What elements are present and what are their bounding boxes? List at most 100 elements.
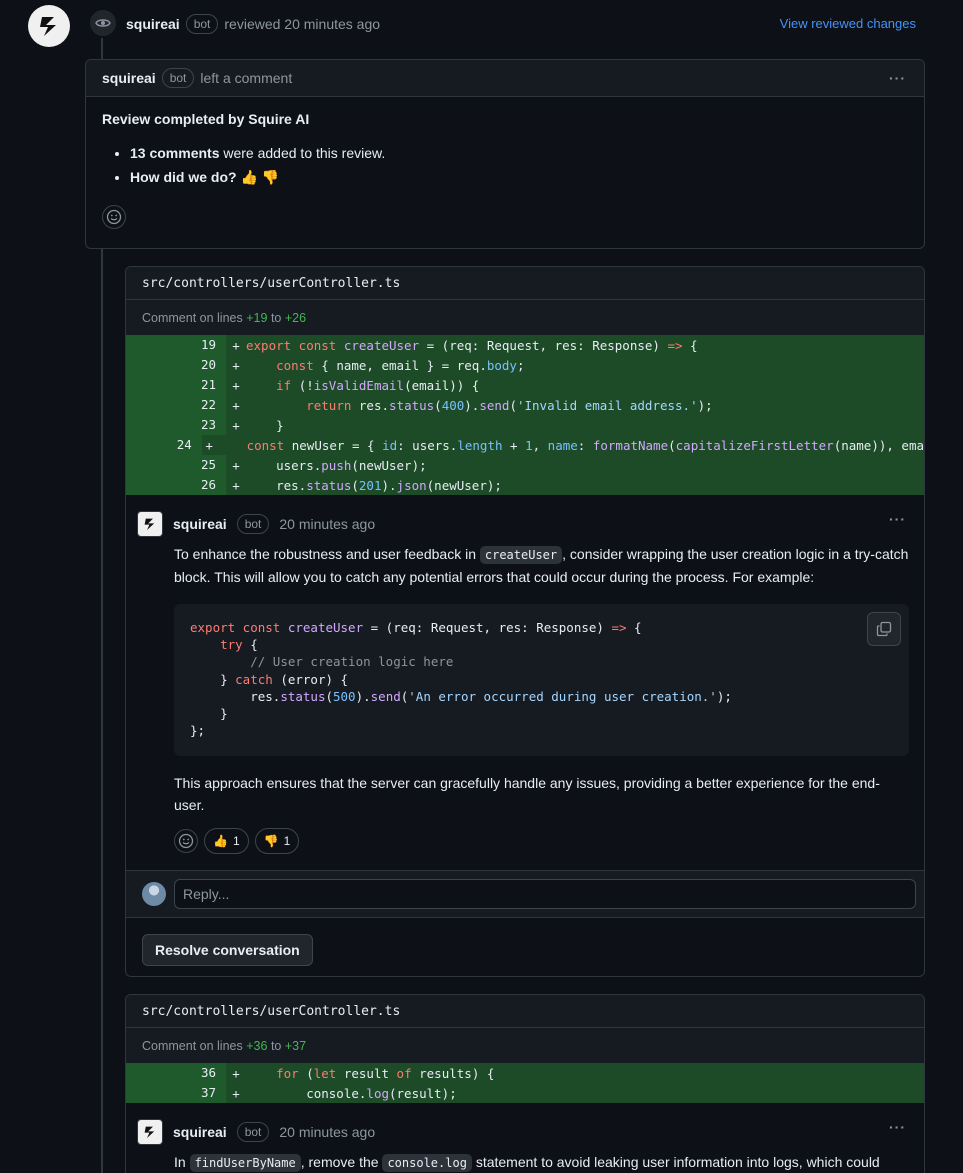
bot-badge: bot [236,514,270,534]
comment-text: , remove the [300,1154,379,1170]
lines-prefix: Comment on lines [142,1038,243,1053]
line-number: 36 [126,1063,226,1083]
kebab-icon[interactable]: ··· [889,70,906,86]
diff-line: 36 + for (let result of results) { [126,1063,924,1083]
comment-text: This approach ensures that the server ca… [174,775,880,813]
lines-to: to [270,1038,282,1053]
thumbs-down-icon: 👎 [263,834,279,848]
reaction-count: 1 [283,834,291,848]
line-to: +37 [284,1038,307,1053]
feedback-emoji[interactable]: 👍 👎 [240,169,279,185]
review-thread-1: src/controllers/userController.ts Commen… [125,266,925,977]
file-path[interactable]: src/controllers/userController.ts [126,267,924,300]
review-thread-2: src/controllers/userController.ts Commen… [125,994,925,1173]
copy-icon [876,621,892,637]
diff-hunk: 36 + for (let result of results) { 37 + co… [126,1063,924,1103]
comment-lines-range: Comment on lines +19 to +26 [126,300,924,335]
list-item: 13 comments were added to this review. [130,141,908,165]
summary-comment-header: squireai bot left a comment ··· [86,60,924,97]
user-avatar[interactable] [142,882,166,906]
line-number: 20 [126,355,226,375]
comment-text: In [174,1154,186,1170]
file-path[interactable]: src/controllers/userController.ts [126,995,924,1028]
feedback-question: How did we do? [130,169,237,185]
line-number: 21 [126,375,226,395]
squire-logo-icon [144,1126,155,1138]
summary-action: left a comment [200,70,293,86]
summary-list: 13 comments were added to this review. H… [102,141,908,189]
lines-to: to [270,310,282,325]
diff-line: 23 + } [126,415,924,435]
diff-line: 20 + const { name, email } = req.body; [126,355,924,375]
line-number: 23 [126,415,226,435]
line-from: +19 [246,310,268,325]
diff-line: 19 + export const createUser = (req: Reque… [126,335,924,355]
smiley-icon [106,209,122,225]
diff-hunk: 19 + export const createUser = (req: Reque… [126,335,924,495]
summary-comment: squireai bot left a comment ··· Review c… [85,59,925,249]
diff-line: 25 + users.push(newUser); [126,455,924,475]
comment-body: To enhance the robustness and user feedb… [174,543,909,588]
line-number: 22 [126,395,226,415]
copy-button[interactable] [867,612,901,646]
squire-logo-icon [144,518,155,530]
squireai-avatar[interactable] [137,511,163,537]
comment-body: In findUserByName, remove the console.lo… [174,1151,909,1173]
bot-badge: bot [185,14,219,34]
inline-code: findUserByName [189,1154,301,1172]
lines-prefix: Comment on lines [142,310,243,325]
reply-row: Reply... [126,870,924,918]
summary-author[interactable]: squireai [102,70,156,86]
line-number: 24 [126,435,202,455]
code-suggestion-block: export const createUser = (req: Request,… [174,604,909,756]
line-number: 19 [126,335,226,355]
summary-title: Review completed by Squire AI [102,111,310,127]
comment-author[interactable]: squireai [173,516,227,532]
kebab-icon[interactable]: ··· [889,511,906,527]
comment-count: 13 comments [130,145,220,161]
squireai-avatar[interactable] [137,1119,163,1145]
thumbs-up-reaction[interactable]: 👍 1 [204,828,249,854]
review-author[interactable]: squireai [126,16,180,32]
comment-time[interactable]: 20 minutes ago [279,516,375,532]
smiley-icon [178,833,194,849]
line-to: +26 [284,310,307,325]
comment-author[interactable]: squireai [173,1124,227,1140]
line-from: +36 [246,1038,268,1053]
review-action: reviewed 20 minutes ago [224,16,381,32]
squire-logo-icon [40,17,56,36]
thumbs-down-reaction[interactable]: 👎 1 [254,828,300,854]
diff-line: 24 + const newUser = { id: users.length +… [126,435,924,455]
eye-icon [88,8,118,38]
inline-code: console.log [382,1154,472,1172]
squireai-avatar[interactable] [28,5,70,47]
list-item: How did we do? 👍 👎 [130,165,908,189]
kebab-icon[interactable]: ··· [889,1119,906,1135]
reaction-count: 1 [232,834,240,848]
inline-code: createUser [479,546,563,564]
reactions-bar: 👍 1 👎 1 [174,828,909,854]
comment-text: To enhance the robustness and user feedb… [174,546,476,562]
comment-lines-range: Comment on lines +36 to +37 [126,1028,924,1063]
diff-line: 22 + return res.status(400).send('Invalid… [126,395,924,415]
line-number: 25 [126,455,226,475]
list-item-text: were added to this review. [223,145,386,161]
line-number: 26 [126,475,226,495]
comment-text: statement to avoid leaking user informat… [475,1154,880,1170]
view-reviewed-changes-link[interactable]: View reviewed changes [780,16,916,31]
review-header: squireai bot reviewed 20 minutes ago [126,14,380,34]
review-comment: squireai bot 20 minutes ago ··· To enhan… [126,495,924,854]
line-number: 37 [126,1083,226,1103]
thumbs-up-icon: 👍 [213,834,228,848]
diff-line: 21 + if (!isValidEmail(email)) { [126,375,924,395]
bot-badge: bot [161,68,195,88]
add-reaction-button[interactable] [174,829,198,853]
review-comment: squireai bot 20 minutes ago ··· In findU… [126,1103,924,1173]
reply-input[interactable]: Reply... [174,879,916,909]
comment-time[interactable]: 20 minutes ago [279,1124,375,1140]
bot-badge: bot [236,1122,270,1142]
diff-line: 26 + res.status(201).json(newUser); [126,475,924,495]
add-reaction-button[interactable] [102,205,126,229]
resolve-conversation-button[interactable]: Resolve conversation [142,934,313,966]
diff-line: 37 + console.log(result); [126,1083,924,1103]
